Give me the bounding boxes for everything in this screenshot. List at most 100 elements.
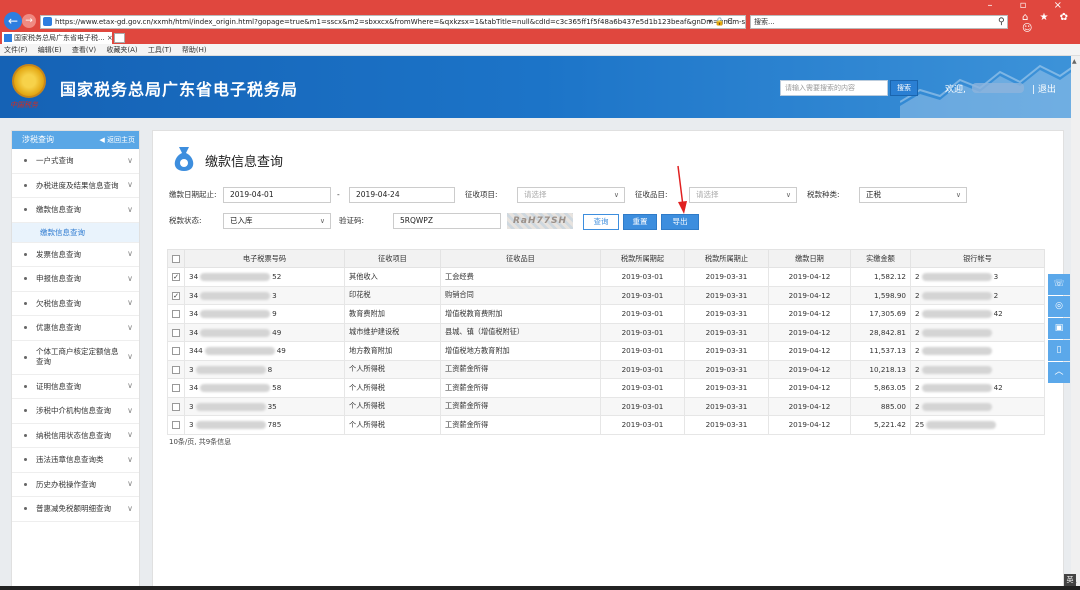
- date-from-input[interactable]: 2019-04-01: [223, 187, 331, 203]
- sidebar-item[interactable]: 欠税信息查询 ∨: [12, 292, 139, 316]
- bank-account-cell: 23: [910, 267, 1045, 287]
- pay-date-cell: 2019-04-12: [768, 322, 851, 342]
- sidebar-subitem-active[interactable]: 缴款信息查询: [12, 222, 139, 243]
- select-all-checkbox[interactable]: [167, 249, 185, 268]
- browser-search-input[interactable]: 搜索...: [750, 15, 1008, 29]
- sidebar-item[interactable]: 历史办税操作查询 ∨: [12, 473, 139, 497]
- table-row[interactable]: 34 9 教育费附加 增值税教育费附加 2019-03-01 2019-03-31 2019…: [167, 304, 1045, 324]
- sidebar-item[interactable]: 缴款信息查询 ∨: [12, 198, 139, 223]
- vertical-scrollbar[interactable]: ▲▼: [1071, 56, 1080, 590]
- logout-link[interactable]: | 退出: [1032, 82, 1056, 95]
- captcha-image[interactable]: RaH77SH: [507, 213, 573, 229]
- amount-cell: 28,842.81: [850, 322, 911, 342]
- table-row[interactable]: 344 49 地方教育附加 增值税地方教育附加 2019-03-01 2019-03-31…: [167, 341, 1045, 361]
- sidebar: 涉税查询 ◀ 返回主页 一户式查询 ∨ 办税进度及结果信息查询 ∨ 缴款信息查询 ∨ …: [11, 130, 140, 590]
- site-search-input[interactable]: 请输入需要搜索的内容: [780, 80, 888, 96]
- address-tools[interactable]: ▾ 🔒 C: [708, 15, 733, 29]
- ime-indicator[interactable]: 英: [1064, 574, 1076, 586]
- chevron-down-icon: ∨: [127, 249, 133, 259]
- sidebar-item[interactable]: 涉税中介机构信息查询 ∨: [12, 399, 139, 424]
- chevron-down-icon: ∨: [127, 430, 133, 440]
- sidebar-item[interactable]: 普惠减免税额明细查询 ∨: [12, 497, 139, 522]
- table-row[interactable]: 3 35 个人所得税 工资薪金所得 2019-03-01 2019-03-31 2019-0…: [167, 396, 1045, 416]
- sidebar-item-label: 缴款信息查询: [36, 205, 81, 215]
- tab-close-icon[interactable]: ×: [107, 34, 112, 42]
- amount-cell: 885.00: [850, 396, 911, 416]
- col-header: 税款所属期起: [600, 249, 685, 268]
- row-checkbox[interactable]: [167, 322, 185, 342]
- amount-cell: 17,305.69: [850, 304, 911, 324]
- new-tab-button[interactable]: [114, 33, 125, 43]
- levy-product-select[interactable]: 请选择 ∨: [689, 187, 797, 203]
- reset-button[interactable]: 重置: [623, 214, 657, 230]
- status-select[interactable]: 已入库 ∨: [223, 213, 331, 229]
- amount-cell: 1,598.90: [850, 285, 911, 305]
- sidebar-item[interactable]: 办税进度及结果信息查询 ∨: [12, 174, 139, 198]
- phone-icon[interactable]: ☏: [1048, 274, 1070, 295]
- levy-item-cell: 个人所得税: [344, 415, 441, 435]
- sidebar-item[interactable]: 纳税信用状态信息查询 ∨: [12, 424, 139, 448]
- sidebar-item[interactable]: 发票信息查询 ∨: [12, 243, 139, 267]
- row-checkbox[interactable]: [167, 341, 185, 361]
- col-header: 征收品目: [440, 249, 601, 268]
- ticket-number-cell: 34 52: [184, 267, 345, 287]
- mobile-icon[interactable]: ▯: [1048, 340, 1070, 361]
- period-from-cell: 2019-03-01: [600, 359, 685, 379]
- sidebar-item[interactable]: 个体工商户核定定额信息查询 ∨: [12, 341, 139, 375]
- sidebar-item[interactable]: 申报信息查询 ∨: [12, 267, 139, 292]
- red-arrow-annotation: [677, 165, 687, 214]
- back-arrow-icon[interactable]: ←: [4, 12, 22, 30]
- table-row[interactable]: 3 785 个人所得税 工资薪金所得 2019-03-01 2019-03-31 2019-…: [167, 415, 1045, 435]
- table-row[interactable]: ✓ 34 3 印花税 购销合同 2019-03-01 2019-03-31 2019-04-1…: [167, 285, 1045, 305]
- table-row[interactable]: ✓ 34 52 其他收入 工会经费 2019-03-01 2019-03-31 2019-04…: [167, 267, 1045, 287]
- sidebar-item[interactable]: 证明信息查询 ∨: [12, 375, 139, 399]
- sidebar-item[interactable]: 优惠信息查询 ∨: [12, 316, 139, 341]
- query-button[interactable]: 查询: [583, 214, 619, 230]
- row-checkbox[interactable]: [167, 378, 185, 398]
- export-button[interactable]: 导出: [661, 214, 699, 230]
- table-row[interactable]: 34 58 个人所得税 工资薪金所得 2019-03-01 2019-03-31 2019-…: [167, 378, 1045, 398]
- table-row[interactable]: 3 8 个人所得税 工资薪金所得 2019-03-01 2019-03-31 2019-04…: [167, 359, 1045, 379]
- browser-tab[interactable]: 国家税务总局广东省电子税... ×: [2, 32, 112, 44]
- col-header: 征收项目: [344, 249, 441, 268]
- window-controls[interactable]: – ▫ ×: [987, 0, 1074, 11]
- row-checkbox[interactable]: ✓: [167, 285, 185, 305]
- back-home-link[interactable]: ◀ 返回主页: [99, 131, 135, 149]
- app-icon[interactable]: ▣: [1048, 318, 1070, 339]
- sidebar-item[interactable]: 一户式查询 ∨: [12, 149, 139, 174]
- menu-help[interactable]: 帮助(H): [182, 46, 207, 54]
- scroll-up-icon[interactable]: ▲: [1072, 58, 1077, 65]
- sidebar-title: 涉税查询: [22, 135, 54, 144]
- menu-tools[interactable]: 工具(T): [148, 46, 172, 54]
- menu-edit[interactable]: 编辑(E): [38, 46, 62, 54]
- row-checkbox[interactable]: [167, 304, 185, 324]
- table-row[interactable]: 34 49 城市维护建设税 县城、镇（增值税附征） 2019-03-01 2019-03-…: [167, 322, 1045, 342]
- levy-product-cell: 工资薪金所得: [440, 378, 601, 398]
- row-checkbox[interactable]: [167, 359, 185, 379]
- row-checkbox[interactable]: ✓: [167, 267, 185, 287]
- sidebar-item[interactable]: 违法违章信息查询类 ∨: [12, 448, 139, 473]
- site-search-button[interactable]: 搜索: [890, 80, 918, 96]
- back-to-top-icon[interactable]: ︿: [1048, 362, 1070, 383]
- captcha-input[interactable]: 5RQWPZ: [393, 213, 501, 229]
- tax-type-select[interactable]: 正税 ∨: [859, 187, 967, 203]
- row-checkbox[interactable]: [167, 396, 185, 416]
- levy-item-select[interactable]: 请选择 ∨: [517, 187, 625, 203]
- menu-file[interactable]: 文件(F): [4, 46, 28, 54]
- menu-view[interactable]: 查看(V): [72, 46, 96, 54]
- period-from-cell: 2019-03-01: [600, 396, 685, 416]
- browser-chrome: – ▫ × ← → https://www.etax-gd.gov.cn/xxm…: [0, 0, 1080, 48]
- address-bar[interactable]: https://www.etax-gd.gov.cn/xxmh/html/ind…: [40, 15, 746, 29]
- date-to-input[interactable]: 2019-04-24: [349, 187, 455, 203]
- browser-tool-icons[interactable]: ⌂ ★ ✿ ☺: [1022, 12, 1080, 34]
- chevron-down-icon: ∨: [127, 322, 133, 332]
- tax-emblem-icon: [12, 64, 46, 98]
- sidebar-item-label: 发票信息查询: [36, 249, 81, 259]
- forward-arrow-icon[interactable]: →: [22, 14, 36, 28]
- sidebar-item-label: 纳税信用状态信息查询: [36, 430, 111, 440]
- search-icon[interactable]: ⚲: [998, 15, 1005, 29]
- row-checkbox[interactable]: [167, 415, 185, 435]
- menu-favorites[interactable]: 收藏夹(A): [106, 46, 137, 54]
- weibo-icon[interactable]: ◎: [1048, 296, 1070, 317]
- money-bag-icon: [174, 147, 194, 171]
